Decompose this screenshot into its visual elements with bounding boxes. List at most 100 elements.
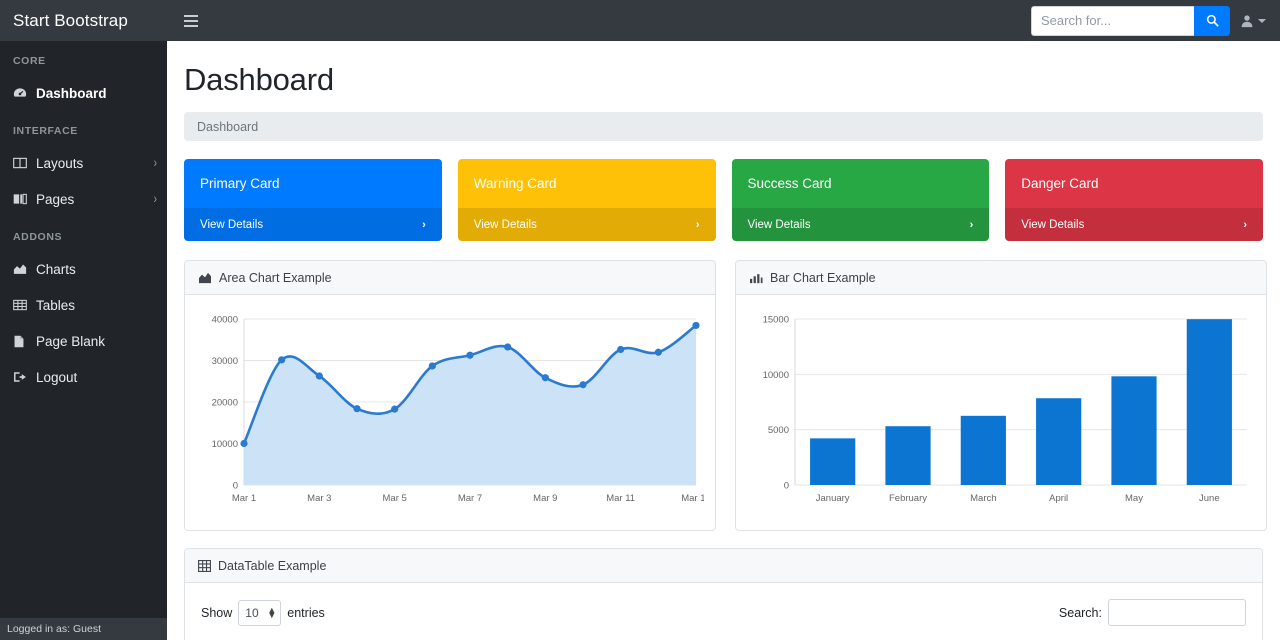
datatable-card-body: Show 10 ▲▼ entries Search: — [185, 583, 1262, 640]
file-icon — [13, 335, 30, 348]
chart-area-icon — [198, 272, 212, 284]
user-menu[interactable] — [1240, 14, 1266, 28]
svg-text:Mar 5: Mar 5 — [383, 493, 407, 504]
sidebar-item-label: Layouts — [36, 156, 154, 171]
svg-text:Mar 9: Mar 9 — [533, 493, 557, 504]
columns-icon — [13, 157, 30, 169]
page-length-value: 10 — [245, 606, 258, 620]
datatable-card-title: DataTable Example — [218, 559, 326, 573]
logged-in-label: Logged in as: Guest — [7, 623, 101, 635]
page-length-select[interactable]: 10 ▲▼ — [238, 600, 281, 626]
stepper-icon: ▲▼ — [267, 608, 276, 618]
bar-chart-canvas[interactable]: 050001000015000JanuaryFebruaryMarchApril… — [747, 307, 1255, 517]
search-input[interactable] — [1031, 6, 1194, 36]
user-icon — [1240, 14, 1254, 28]
breadcrumb-item-dashboard: Dashboard — [197, 120, 258, 134]
svg-text:January: January — [816, 493, 850, 504]
chevron-right-icon: › — [970, 219, 974, 231]
sidebar-item-charts[interactable]: Charts — [0, 251, 167, 287]
stat-card-link-label: View Details — [748, 219, 811, 231]
svg-text:5000: 5000 — [768, 425, 789, 436]
datatable-length-control: Show 10 ▲▼ entries — [201, 600, 325, 626]
table-icon — [198, 560, 211, 572]
sidebar-heading-core: CORE — [0, 41, 167, 75]
dashboard-page: Start Bootstrap COREDashboardINTERFAC — [0, 0, 1280, 640]
sidebar-footer-status: Logged in as: Guest — [0, 618, 167, 640]
main-content: Dashboard Dashboard Primary Card View Det… — [167, 41, 1280, 640]
area-chart-card: Area Chart Example 010000200003000040000… — [184, 260, 716, 531]
sidebar-item-layouts[interactable]: Layouts› — [0, 145, 167, 181]
sidebar-item-label: Charts — [36, 262, 157, 277]
book-open-icon — [13, 193, 30, 205]
stat-card-body: Warning Card — [458, 159, 716, 208]
area-chart-canvas[interactable]: 010000200003000040000Mar 1Mar 3Mar 5Mar … — [196, 307, 704, 517]
svg-text:April: April — [1049, 493, 1068, 504]
chevron-right-icon: › — [154, 155, 157, 170]
hamburger-icon[interactable] — [174, 6, 208, 36]
bar-chart-card-title: Bar Chart Example — [770, 271, 876, 285]
svg-text:February: February — [889, 493, 927, 504]
stat-card-success-card: Success Card View Details › — [732, 159, 990, 241]
sign-out-icon — [13, 371, 30, 383]
svg-text:Mar 1: Mar 1 — [232, 493, 256, 504]
stat-card-primary-card: Primary Card View Details› — [184, 159, 442, 241]
stat-card-view-details-link[interactable]: View Details › — [732, 208, 990, 241]
svg-text:40000: 40000 — [212, 315, 238, 326]
navbar-search-group — [1031, 6, 1230, 36]
stat-card-body: Success Card — [732, 159, 990, 208]
stat-card-body: Danger Card — [1005, 159, 1263, 208]
sidebar-item-page-blank[interactable]: Page Blank — [0, 323, 167, 359]
tachometer-icon — [13, 87, 30, 99]
chevron-right-icon: › — [154, 191, 157, 206]
chart-area-icon — [13, 263, 30, 275]
sidebar-nav: COREDashboardINTERFACELayouts›Pages›ADDO… — [0, 41, 167, 395]
charts-row: Area Chart Example 010000200003000040000… — [184, 260, 1263, 531]
breadcrumb: Dashboard — [184, 112, 1263, 141]
svg-text:0: 0 — [784, 481, 789, 492]
datatable-controls: Show 10 ▲▼ entries Search: — [201, 599, 1246, 626]
stat-card-title: Warning Card — [474, 176, 557, 191]
svg-text:May: May — [1125, 493, 1143, 504]
content-container: Dashboard Dashboard Primary Card View Det… — [167, 41, 1280, 640]
datatable-card-header: DataTable Example — [185, 549, 1262, 583]
sidebar-item-dashboard[interactable]: Dashboard — [0, 75, 167, 111]
chevron-down-icon — [1258, 19, 1266, 23]
area-chart-card-header: Area Chart Example — [185, 261, 715, 295]
show-label: Show — [201, 606, 232, 620]
svg-text:0: 0 — [233, 481, 238, 492]
top-navbar: Start Bootstrap — [0, 0, 1280, 41]
brand-link[interactable]: Start Bootstrap — [0, 0, 167, 41]
chart-bar-icon — [749, 272, 763, 284]
sidebar-heading-addons: ADDONS — [0, 217, 167, 251]
stat-card-link-label: View Details — [1021, 219, 1084, 231]
sidebar-item-tables[interactable]: Tables — [0, 287, 167, 323]
sidebar-item-label: Pages — [36, 192, 154, 207]
sidebar-heading-interface: INTERFACE — [0, 111, 167, 145]
stat-cards-row: Primary CardView Details›Warning CardVie… — [184, 159, 1263, 241]
svg-text:June: June — [1199, 493, 1220, 504]
sidebar-item-label: Logout — [36, 370, 157, 385]
stat-card-body: Primary Card — [184, 159, 442, 208]
stat-card-title: Success Card — [748, 176, 832, 191]
svg-text:10000: 10000 — [763, 370, 789, 381]
sidebar-item-pages[interactable]: Pages› — [0, 181, 167, 217]
svg-text:20000: 20000 — [212, 398, 238, 409]
datatable-search-input[interactable] — [1108, 599, 1246, 626]
sidebar-item-logout[interactable]: Logout — [0, 359, 167, 395]
stat-card-title: Primary Card — [200, 176, 280, 191]
stat-card-danger-card: Danger Card View Details › — [1005, 159, 1263, 241]
search-button[interactable] — [1194, 6, 1230, 36]
stat-card-view-details-link[interactable]: View Details› — [458, 208, 716, 241]
stat-card-view-details-link[interactable]: View Details › — [1005, 208, 1263, 241]
svg-text:March: March — [970, 493, 996, 504]
chevron-right-icon: › — [422, 219, 426, 231]
stat-card-view-details-link[interactable]: View Details› — [184, 208, 442, 241]
datatable-search-label: Search: — [1059, 606, 1102, 620]
bar-chart-card-body: 050001000015000JanuaryFebruaryMarchApril… — [736, 295, 1266, 530]
sidebar-item-label: Dashboard — [36, 86, 157, 101]
page-title: Dashboard — [184, 61, 1263, 98]
brand-label: Start Bootstrap — [13, 11, 128, 31]
entries-label: entries — [287, 606, 325, 620]
chevron-right-icon: › — [1243, 219, 1247, 231]
table-icon — [13, 299, 30, 311]
